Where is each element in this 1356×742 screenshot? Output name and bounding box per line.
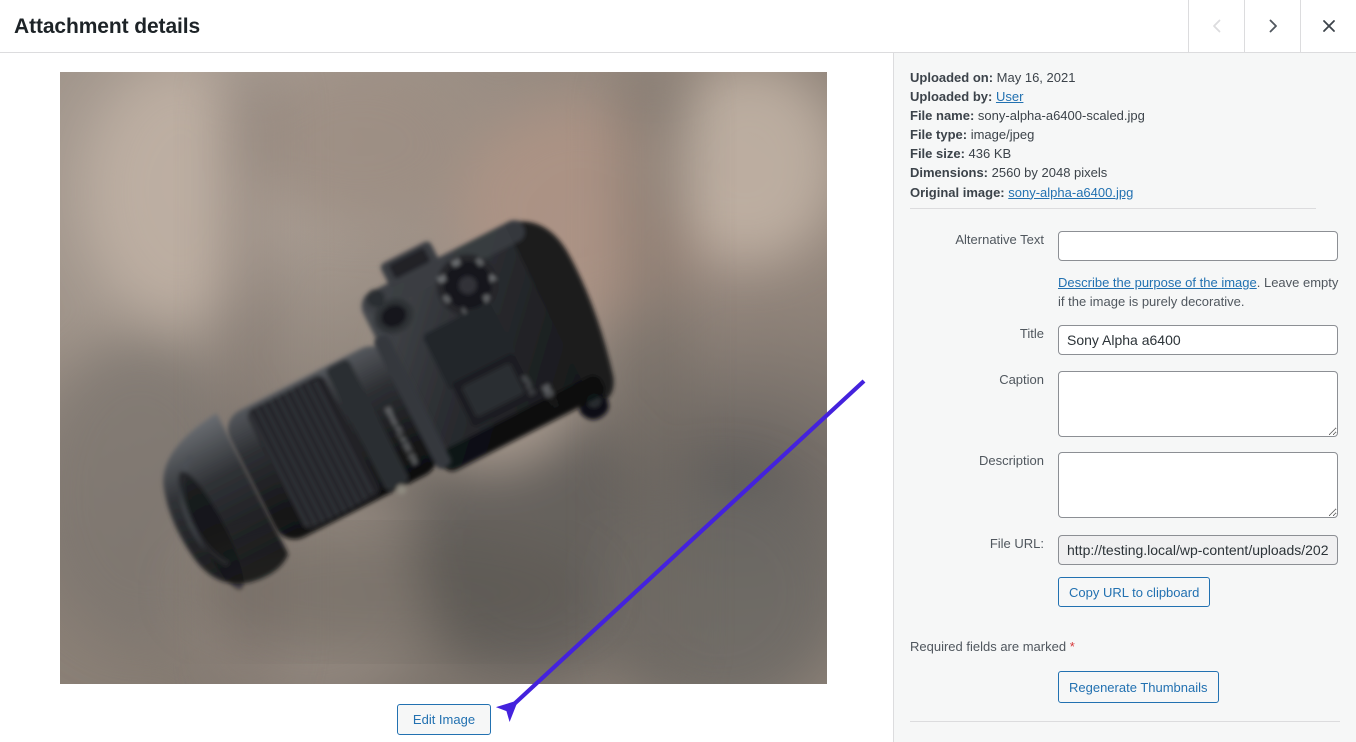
required-asterisk: * bbox=[1070, 639, 1075, 654]
title-input[interactable] bbox=[1058, 325, 1338, 355]
caption-textarea[interactable] bbox=[1058, 371, 1338, 437]
meta-value: 436 KB bbox=[969, 146, 1012, 161]
meta-value: May 16, 2021 bbox=[997, 70, 1076, 85]
description-textarea[interactable] bbox=[1058, 452, 1338, 518]
attachment-details-modal: Attachment details bbox=[0, 0, 1356, 742]
attachment-image: M S A P i S M bbox=[60, 72, 827, 684]
file-url-label: File URL: bbox=[894, 535, 1044, 553]
alt-text-input[interactable] bbox=[1058, 231, 1338, 261]
close-icon bbox=[1320, 17, 1338, 35]
alt-text-label: Alternative Text bbox=[894, 231, 1044, 249]
file-url-input[interactable] bbox=[1058, 535, 1338, 565]
title-label: Title bbox=[894, 325, 1044, 343]
required-note-text: Required fields are marked bbox=[910, 639, 1070, 654]
attachment-metadata-list: Uploaded on: May 16, 2021 Uploaded by: U… bbox=[910, 68, 1340, 202]
meta-label: File size: bbox=[910, 146, 965, 161]
required-fields-note: Required fields are marked * bbox=[910, 638, 1075, 656]
details-divider-bottom bbox=[910, 721, 1340, 722]
modal-nav-group bbox=[1188, 0, 1356, 52]
meta-row-uploaded-by: Uploaded by: User bbox=[910, 87, 1340, 106]
original-image-link[interactable]: sony-alpha-a6400.jpg bbox=[1008, 185, 1133, 200]
copy-url-button[interactable]: Copy URL to clipboard bbox=[1058, 577, 1210, 607]
meta-row-dimensions: Dimensions: 2560 by 2048 pixels bbox=[910, 163, 1340, 182]
media-preview-pane: M S A P i S M bbox=[0, 53, 893, 742]
meta-label: Uploaded on: bbox=[910, 70, 993, 85]
meta-row-file-size: File size: 436 KB bbox=[910, 144, 1340, 163]
details-divider-top bbox=[910, 208, 1316, 209]
previous-attachment-button[interactable] bbox=[1188, 0, 1244, 52]
next-attachment-button[interactable] bbox=[1244, 0, 1300, 52]
chevron-left-icon bbox=[1208, 17, 1226, 35]
meta-label: Uploaded by: bbox=[910, 89, 992, 104]
meta-label: Original image: bbox=[910, 185, 1005, 200]
meta-value: image/jpeg bbox=[971, 127, 1035, 142]
meta-value: sony-alpha-a6400-scaled.jpg bbox=[978, 108, 1145, 123]
meta-label: File type: bbox=[910, 127, 967, 142]
meta-row-file-type: File type: image/jpeg bbox=[910, 125, 1340, 144]
uploaded-by-link[interactable]: User bbox=[996, 89, 1023, 104]
close-modal-button[interactable] bbox=[1300, 0, 1356, 52]
alt-text-helper: Describe the purpose of the image. Leave… bbox=[1058, 273, 1343, 311]
meta-label: Dimensions: bbox=[910, 165, 988, 180]
description-label: Description bbox=[894, 452, 1044, 470]
meta-row-file-name: File name: sony-alpha-a6400-scaled.jpg bbox=[910, 106, 1340, 125]
attachment-details-pane: Uploaded on: May 16, 2021 Uploaded by: U… bbox=[893, 53, 1356, 742]
describe-purpose-link[interactable]: Describe the purpose of the image bbox=[1058, 275, 1257, 290]
meta-row-uploaded-on: Uploaded on: May 16, 2021 bbox=[910, 68, 1340, 87]
meta-label: File name: bbox=[910, 108, 974, 123]
meta-value: 2560 by 2048 pixels bbox=[992, 165, 1108, 180]
caption-label: Caption bbox=[894, 371, 1044, 389]
regenerate-thumbnails-button[interactable]: Regenerate Thumbnails bbox=[1058, 671, 1219, 703]
chevron-right-icon bbox=[1264, 17, 1282, 35]
edit-image-button[interactable]: Edit Image bbox=[397, 704, 491, 735]
modal-header: Attachment details bbox=[0, 0, 1356, 53]
page-title: Attachment details bbox=[14, 13, 200, 41]
meta-row-original-image: Original image: sony-alpha-a6400.jpg bbox=[910, 183, 1340, 202]
